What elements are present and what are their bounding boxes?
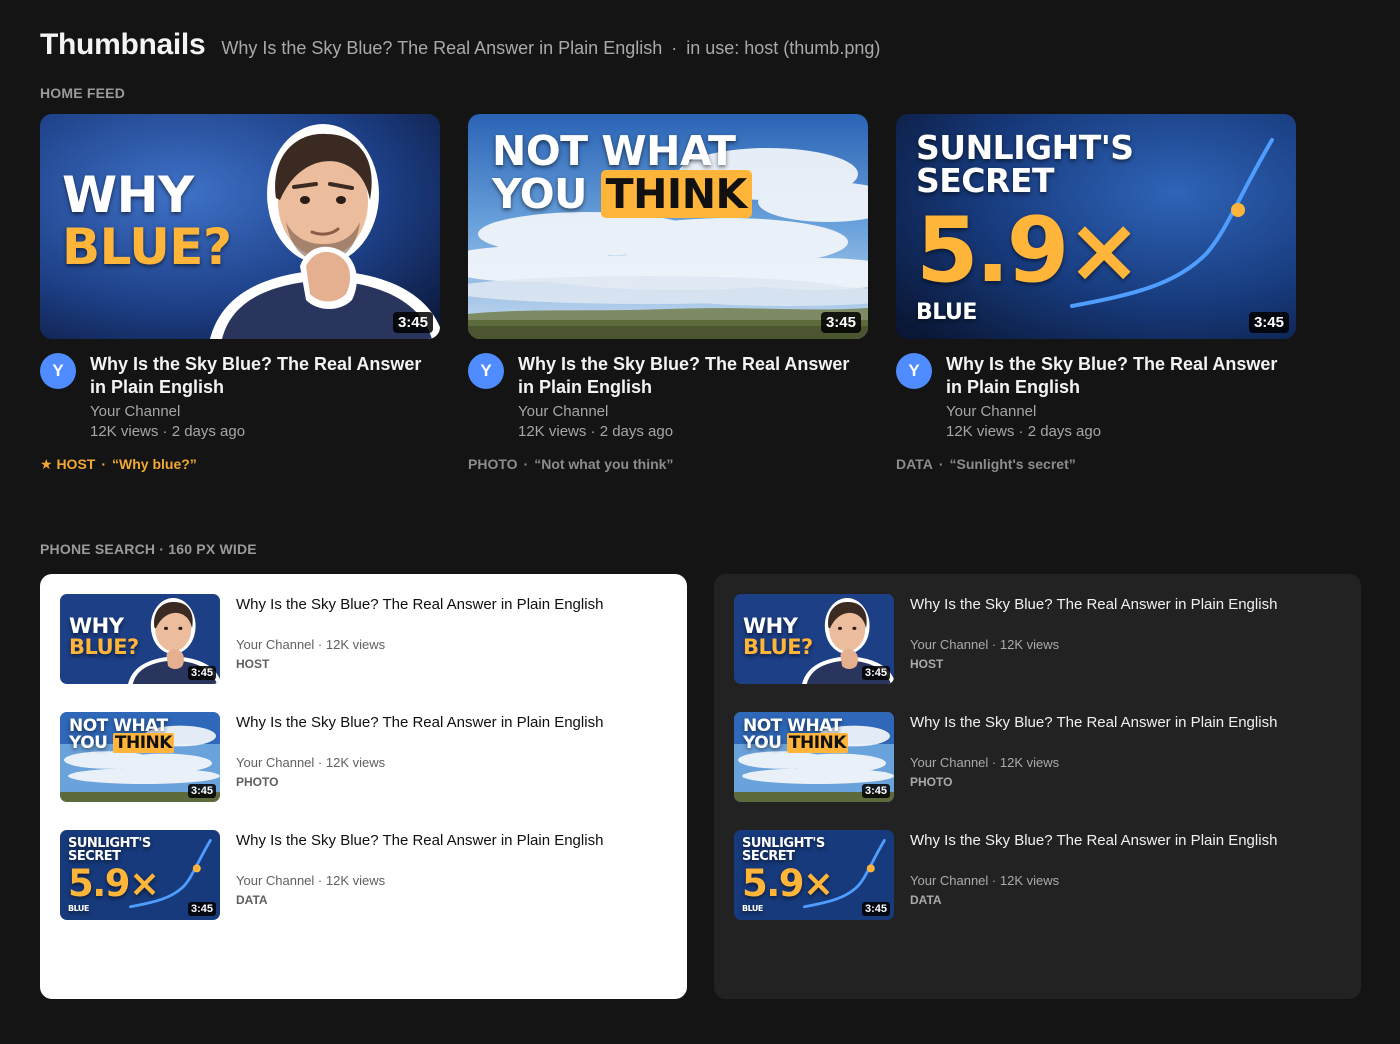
thumb-text-secret: SECRET	[916, 161, 1055, 200]
thumbnail-tag: DATA	[910, 893, 942, 907]
thumbnail-photo[interactable]: NOT WHAT YOU THINK 3:45	[60, 712, 220, 802]
video-title[interactable]: Why Is the Sky Blue? The Real Answer in …	[236, 712, 603, 734]
thumb-text-you-think: YOU THINK	[492, 170, 752, 218]
thumbnail-tag: HOST	[910, 657, 944, 671]
channel-avatar[interactable]: Y	[40, 353, 76, 389]
duration-badge: 3:45	[187, 784, 216, 798]
video-title[interactable]: Why Is the Sky Blue? The Real Answer in …	[910, 594, 1277, 616]
page-title: Thumbnails	[40, 28, 206, 61]
video-meta: Your Channel · 12K views	[236, 637, 386, 652]
search-result-row[interactable]: SUNLIGHT'S SECRET 5.9× BLUE 3:45 Why Is …	[734, 830, 1341, 920]
thumbnail-host[interactable]: WHY BLUE? 3:45	[40, 114, 440, 339]
video-meta: Your Channel · 12K views	[236, 873, 386, 888]
video-title[interactable]: Why Is the Sky Blue? The Real Answer in …	[236, 830, 603, 852]
search-result-info: Why Is the Sky Blue? The Real Answer in …	[910, 594, 1277, 673]
phone-search-dark: WHY BLUE? 3:45 Why Is the Sky Blue? The …	[714, 574, 1361, 999]
thumbnail-data[interactable]: SUNLIGHT'S SECRET 5.9× BLUE 3:45	[896, 114, 1296, 339]
thumbnail-data[interactable]: SUNLIGHT'S SECRET 5.9× BLUE 3:45	[60, 830, 220, 920]
thumbnail-host[interactable]: WHY BLUE? 3:45	[734, 594, 894, 684]
search-result-row[interactable]: NOT WHAT YOU THINK 3:45 Why Is the Sky B…	[734, 712, 1341, 802]
thumbnail-data[interactable]: SUNLIGHT'S SECRET 5.9× BLUE 3:45	[734, 830, 894, 920]
search-result-info: Why Is the Sky Blue? The Real Answer in …	[236, 712, 603, 791]
duration-badge: 3:45	[187, 902, 216, 916]
page-subtitle: Why Is the Sky Blue? The Real Answer in …	[221, 38, 881, 58]
thumb-text-sunlight: SUNLIGHT'S	[916, 128, 1134, 167]
video-meta: Your Channel · 12K views	[236, 755, 386, 770]
search-result-row[interactable]: SUNLIGHT'S SECRET 5.9× BLUE 3:45 Why Is …	[60, 830, 667, 920]
thumbnail-tag: PHOTO	[236, 775, 279, 789]
channel-name[interactable]: Your Channel	[90, 402, 440, 422]
thumbnail-tag: DATA · “Sunlight's secret”	[896, 456, 1076, 472]
video-meta: 12K views · 2 days ago	[946, 423, 1102, 440]
in-use-label: in use: host (thumb.png)	[686, 38, 881, 58]
search-result-info: Why Is the Sky Blue? The Real Answer in …	[236, 830, 603, 909]
home-card-data[interactable]: SUNLIGHT'S SECRET 5.9× BLUE 3:45 Y Why I…	[896, 114, 1296, 474]
duration-badge: 3:45	[187, 666, 216, 680]
duration-badge: 3:45	[820, 312, 861, 333]
duration-badge: 3:45	[1248, 312, 1289, 333]
video-meta: Your Channel · 12K views	[910, 755, 1060, 770]
channel-avatar[interactable]: Y	[896, 353, 932, 389]
video-meta: 12K views · 2 days ago	[518, 423, 674, 440]
card-info: Y Why Is the Sky Blue? The Real Answer i…	[896, 353, 1296, 442]
thumb-text-big-number: 5.9×	[916, 198, 1142, 303]
search-result-row[interactable]: WHY BLUE? 3:45 Why Is the Sky Blue? The …	[734, 594, 1341, 684]
video-title[interactable]: Why Is the Sky Blue? The Real Answer in …	[910, 830, 1277, 852]
phone-search-label: PHONE SEARCH · 160 PX WIDE	[40, 541, 257, 557]
thumbnail-tag: PHOTO	[910, 775, 953, 789]
duration-badge: 3:45	[861, 666, 890, 680]
video-title[interactable]: Why Is the Sky Blue? The Real Answer in …	[236, 594, 603, 616]
thumbnail-tag: HOST	[236, 657, 270, 671]
card-info: Y Why Is the Sky Blue? The Real Answer i…	[40, 353, 440, 442]
duration-badge: 3:45	[861, 902, 890, 916]
video-title[interactable]: Why Is the Sky Blue? The Real Answer in …	[518, 353, 868, 399]
thumbnail-tag: ★ HOST · “Why blue?”	[40, 456, 197, 472]
thumbnail-photo[interactable]: NOT WHAT YOU THINK 3:45	[468, 114, 868, 339]
search-result-info: Why Is the Sky Blue? The Real Answer in …	[910, 830, 1277, 909]
video-meta: 12K views · 2 days ago	[90, 423, 246, 440]
search-result-row[interactable]: WHY BLUE? 3:45 Why Is the Sky Blue? The …	[60, 594, 667, 684]
search-result-info: Why Is the Sky Blue? The Real Answer in …	[910, 712, 1277, 791]
thumbnail-photo[interactable]: NOT WHAT YOU THINK 3:45	[734, 712, 894, 802]
channel-name[interactable]: Your Channel	[518, 402, 868, 422]
channel-avatar[interactable]: Y	[468, 353, 504, 389]
page-header: Thumbnails Why Is the Sky Blue? The Real…	[40, 28, 880, 62]
video-title[interactable]: Why Is the Sky Blue? The Real Answer in …	[910, 712, 1277, 734]
home-card-host[interactable]: WHY BLUE? 3:45 Y Why Is the Sky Blue? Th…	[40, 114, 440, 474]
search-result-row[interactable]: NOT WHAT YOU THINK 3:45 Why Is the Sky B…	[60, 712, 667, 802]
card-info: Y Why Is the Sky Blue? The Real Answer i…	[468, 353, 868, 442]
duration-badge: 3:45	[861, 784, 890, 798]
duration-badge: 3:45	[392, 312, 433, 333]
thumb-text-not-what: NOT WHAT	[492, 127, 736, 175]
home-card-photo[interactable]: NOT WHAT YOU THINK 3:45 Y Why Is the Sky…	[468, 114, 868, 474]
video-meta: Your Channel · 12K views	[910, 873, 1060, 888]
thumbnail-tag: PHOTO · “Not what you think”	[468, 456, 674, 472]
thumb-text-blue-small: BLUE	[916, 300, 977, 325]
channel-name[interactable]: Your Channel	[946, 402, 1296, 422]
home-feed-label: HOME FEED	[40, 85, 126, 101]
video-title-label: Why Is the Sky Blue? The Real Answer in …	[221, 38, 663, 58]
video-meta: Your Channel · 12K views	[910, 637, 1060, 652]
video-title[interactable]: Why Is the Sky Blue? The Real Answer in …	[90, 353, 440, 399]
video-title[interactable]: Why Is the Sky Blue? The Real Answer in …	[946, 353, 1296, 399]
thumbnail-tag: DATA	[236, 893, 268, 907]
search-result-info: Why Is the Sky Blue? The Real Answer in …	[236, 594, 603, 673]
thumb-text-why: WHY	[62, 166, 194, 224]
phone-search-light: WHY BLUE? 3:45 Why Is the Sky Blue? The …	[40, 574, 687, 999]
thumb-text-blue: BLUE?	[62, 218, 232, 276]
thumbnail-host[interactable]: WHY BLUE? 3:45	[60, 594, 220, 684]
